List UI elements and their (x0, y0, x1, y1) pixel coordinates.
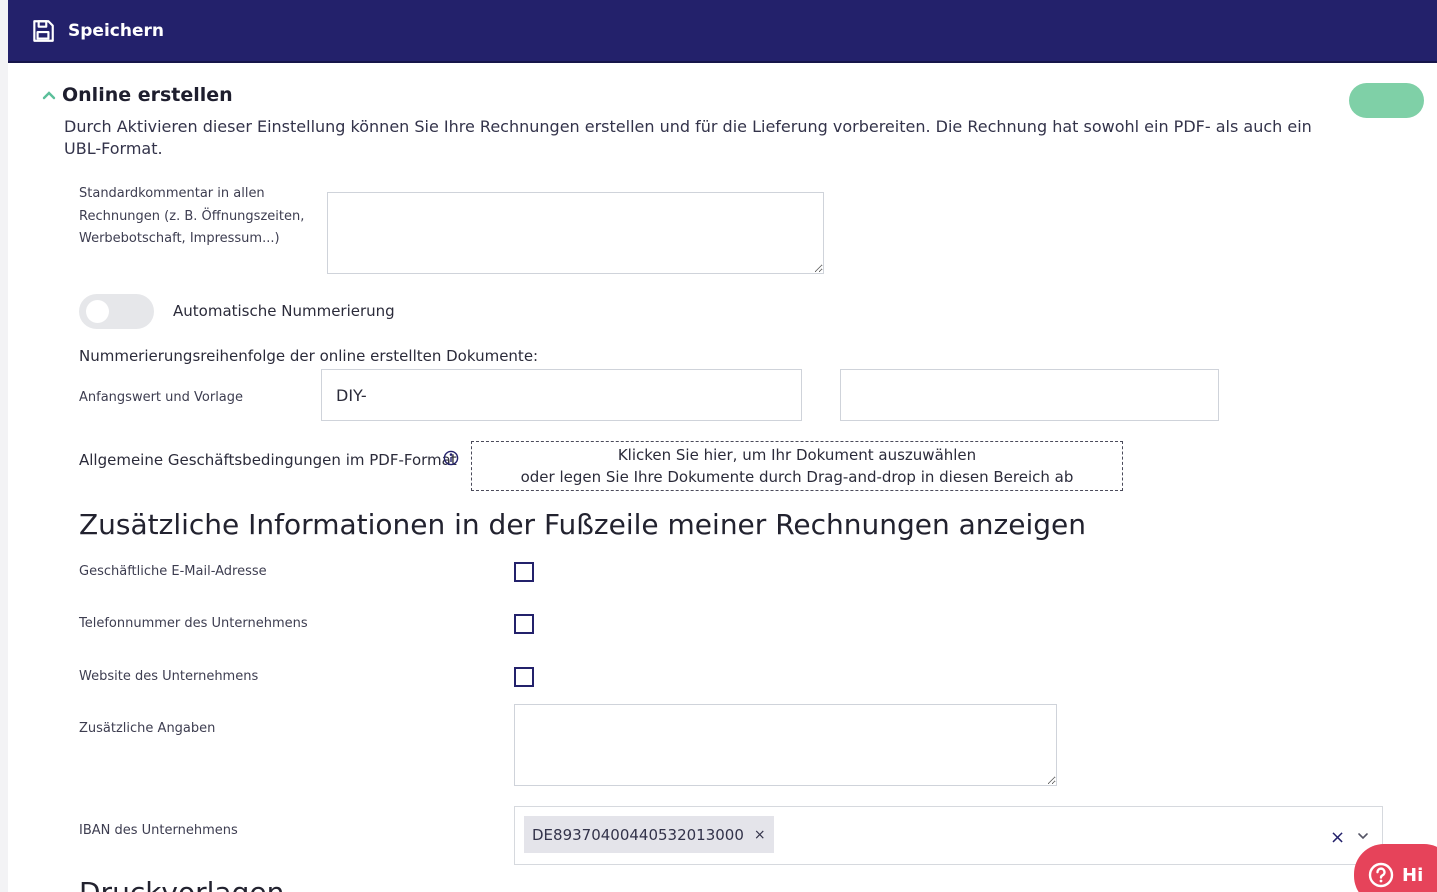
terms-label: Allgemeine Geschäftsbedingungen im PDF-F… (79, 451, 457, 469)
iban-chip: DE89370400440532013000 × (524, 816, 774, 853)
numbering-heading: Nummerierungsreihenfolge der online erst… (79, 347, 539, 365)
clear-selection-icon[interactable]: × (1330, 827, 1345, 848)
iban-chip-label: DE89370400440532013000 (532, 825, 744, 844)
save-button[interactable]: Speichern (30, 15, 164, 47)
comment-label: Standardkommentar in allen Rechnungen (z… (79, 186, 305, 246)
extra-info-textarea[interactable] (514, 704, 1057, 786)
help-label: Hi (1402, 864, 1424, 886)
phone-label: Telefonnummer des Unternehmens (79, 616, 308, 631)
iban-select[interactable]: DE89370400440532013000 × × (514, 806, 1383, 865)
extra-info-label: Zusätzliche Angaben (79, 721, 216, 736)
save-label: Speichern (68, 21, 164, 41)
top-toolbar: Speichern (8, 0, 1437, 63)
email-checkbox[interactable] (514, 562, 534, 582)
email-label: Geschäftliche E-Mail-Adresse (79, 564, 267, 579)
website-checkbox[interactable] (514, 667, 534, 687)
question-icon (1368, 862, 1394, 888)
dropzone-line2: oder legen Sie Ihre Dokumente durch Drag… (520, 468, 1074, 486)
chevron-down-icon[interactable] (1356, 829, 1370, 843)
start-value-input[interactable] (840, 369, 1219, 421)
chip-remove-icon[interactable]: × (754, 827, 766, 843)
section-description: Durch Aktivieren dieser Einstellung könn… (64, 117, 1312, 158)
phone-checkbox[interactable] (514, 614, 534, 634)
auto-numbering-label: Automatische Nummerierung (173, 302, 395, 320)
start-value-label: Anfangswert und Vorlage (79, 390, 244, 405)
terms-dropzone[interactable]: Klicken Sie hier, um Ihr Dokument auszuw… (471, 441, 1123, 491)
auto-numbering-toggle[interactable] (79, 294, 154, 329)
print-templates-heading: Druckvorlagen (79, 876, 284, 892)
prefix-input[interactable] (321, 369, 802, 421)
section-title: Online erstellen (62, 84, 233, 106)
section-header[interactable]: Online erstellen (42, 84, 233, 106)
online-create-toggle[interactable] (1349, 83, 1424, 118)
dropzone-line1: Klicken Sie hier, um Ihr Dokument auszuw… (617, 446, 977, 464)
comment-textarea[interactable] (327, 192, 824, 274)
info-icon[interactable] (443, 450, 459, 466)
chevron-up-icon[interactable] (42, 88, 56, 102)
footer-info-heading: Zusätzliche Informationen in der Fußzeil… (79, 508, 1087, 541)
floppy-disk-icon (33, 20, 54, 42)
help-button[interactable]: Hi (1354, 844, 1437, 892)
website-label: Website des Unternehmens (79, 669, 259, 684)
toggle-knob (86, 300, 109, 323)
left-strip (0, 0, 8, 892)
iban-label: IBAN des Unternehmens (79, 823, 238, 838)
